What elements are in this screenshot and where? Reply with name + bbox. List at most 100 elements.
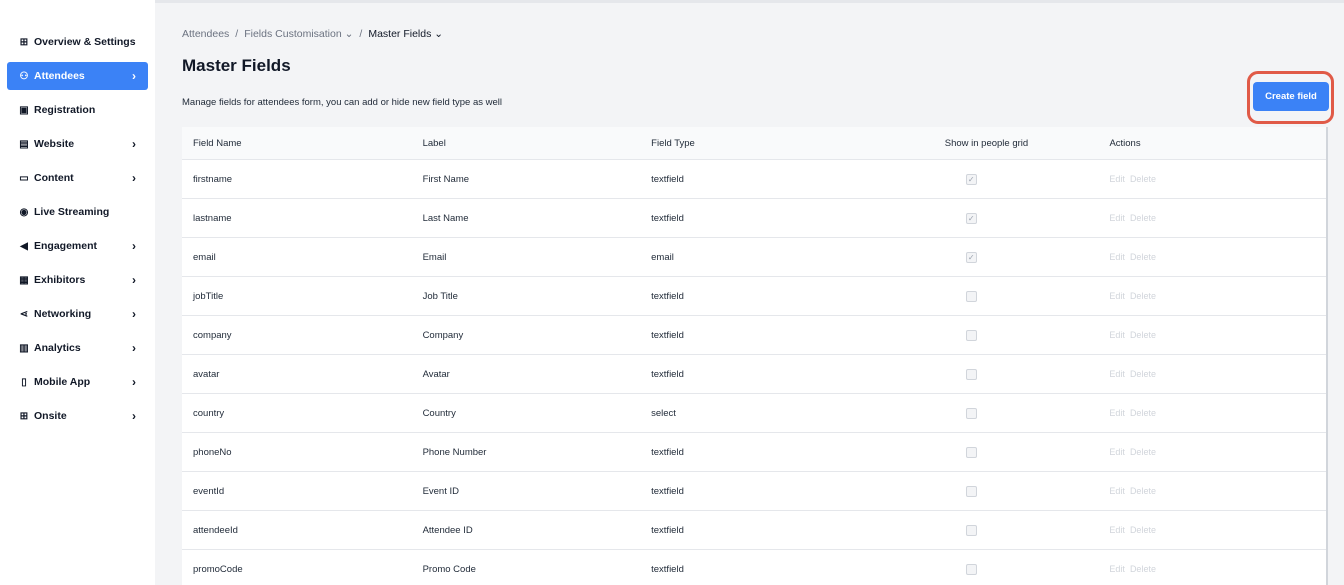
cell-field-type: textfield: [651, 290, 684, 302]
delete-link[interactable]: Delete: [1130, 408, 1156, 418]
show-in-grid-checkbox[interactable]: [965, 563, 977, 575]
cell-actions: Edit Delete: [1100, 291, 1326, 301]
show-in-grid-checkbox[interactable]: ✓: [965, 212, 977, 224]
cell-show-in-grid: ✓: [868, 212, 1101, 224]
edit-link[interactable]: Edit: [1109, 486, 1125, 496]
cell-actions: Edit Delete: [1100, 213, 1326, 223]
delete-link[interactable]: Delete: [1130, 447, 1156, 457]
delete-link[interactable]: Delete: [1130, 525, 1156, 535]
cell-field-name: jobTitle: [193, 290, 224, 302]
sidebar-item-website[interactable]: ▤ Website ›: [7, 130, 148, 158]
show-in-grid-checkbox[interactable]: ✓: [965, 251, 977, 263]
cell-field-name: phoneNo: [193, 446, 232, 458]
table-row: country Country select Edit Delete: [182, 394, 1326, 433]
chevron-down-icon: ⌄: [434, 28, 444, 40]
delete-link[interactable]: Delete: [1130, 174, 1156, 184]
cell-show-in-grid: ✓: [868, 251, 1101, 263]
table-row: company Company textfield Edit Delete: [182, 316, 1326, 355]
sidebar-item-mobile-app[interactable]: ▯ Mobile App ›: [7, 368, 148, 396]
breadcrumb: Attendees / Fields Customisation ⌄ / Mas…: [182, 28, 443, 40]
delete-link[interactable]: Delete: [1130, 486, 1156, 496]
delete-link[interactable]: Delete: [1130, 330, 1156, 340]
edit-link[interactable]: Edit: [1109, 369, 1125, 379]
chevron-right-icon: ›: [132, 137, 136, 151]
chevron-right-icon: ›: [132, 273, 136, 287]
sidebar-item-engagement[interactable]: ◀ Engagement ›: [7, 232, 148, 260]
breadcrumb-master-fields[interactable]: Master Fields ⌄: [368, 28, 443, 40]
table-row: firstname First Name textfield ✓ Edit Delete: [182, 160, 1326, 199]
chevron-right-icon: ›: [132, 69, 136, 83]
edit-link[interactable]: Edit: [1109, 330, 1125, 340]
delete-link[interactable]: Delete: [1130, 213, 1156, 223]
edit-link[interactable]: Edit: [1109, 564, 1125, 574]
sidebar-item-registration[interactable]: ▣ Registration: [7, 96, 148, 124]
delete-link[interactable]: Delete: [1130, 291, 1156, 301]
delete-link[interactable]: Delete: [1130, 564, 1156, 574]
top-divider: [155, 0, 1344, 3]
sidebar-item-overview-settings[interactable]: ⊞ Overview & Settings: [7, 28, 148, 56]
cell-show-in-grid: [868, 446, 1101, 458]
edit-link[interactable]: Edit: [1109, 252, 1125, 262]
show-in-grid-checkbox[interactable]: [965, 290, 977, 302]
cell-field-name: lastname: [193, 212, 232, 224]
table-header: Field Name Label Field Type Show in peop…: [182, 127, 1326, 160]
show-in-grid-checkbox[interactable]: [965, 407, 977, 419]
sidebar-item-label: Attendees: [34, 70, 85, 82]
breadcrumb-fields-customisation[interactable]: Fields Customisation ⌄: [244, 28, 353, 40]
delete-link[interactable]: Delete: [1130, 369, 1156, 379]
table-row: eventId Event ID textfield Edit Delete: [182, 472, 1326, 511]
sidebar-item-label: Content: [34, 172, 74, 184]
breadcrumb-attendees[interactable]: Attendees: [182, 28, 229, 40]
cell-show-in-grid: [868, 290, 1101, 302]
edit-link[interactable]: Edit: [1109, 408, 1125, 418]
cell-field-name: promoCode: [193, 563, 243, 575]
bar-chart-icon: ▥: [19, 342, 29, 354]
sidebar-item-attendees[interactable]: ⚇ Attendees ›: [7, 62, 148, 90]
show-in-grid-checkbox[interactable]: [965, 524, 977, 536]
edit-link[interactable]: Edit: [1109, 525, 1125, 535]
delete-link[interactable]: Delete: [1130, 252, 1156, 262]
sidebar-item-label: Onsite: [34, 410, 67, 422]
cell-field-type: select: [651, 407, 676, 419]
show-in-grid-checkbox[interactable]: ✓: [965, 173, 977, 185]
website-icon: ▤: [19, 138, 29, 150]
table-row: promoCode Promo Code textfield Edit Delete: [182, 550, 1326, 585]
cell-field-name: attendeeId: [193, 524, 238, 536]
cell-show-in-grid: [868, 407, 1101, 419]
cell-field-type: textfield: [651, 563, 684, 575]
header-actions: Actions: [1109, 137, 1141, 149]
edit-link[interactable]: Edit: [1109, 213, 1125, 223]
main-content: Attendees / Fields Customisation ⌄ / Mas…: [155, 0, 1344, 585]
sidebar-item-live-streaming[interactable]: ◉ Live Streaming: [7, 198, 148, 226]
cell-show-in-grid: ✓: [868, 173, 1101, 185]
sidebar-item-label: Exhibitors: [34, 274, 86, 286]
sidebar-item-label: Overview & Settings: [34, 36, 136, 48]
sidebar-item-label: Analytics: [34, 342, 81, 354]
cell-label: Company: [422, 329, 464, 341]
cell-label: Email: [422, 251, 447, 263]
edit-link[interactable]: Edit: [1109, 447, 1125, 457]
edit-link[interactable]: Edit: [1109, 174, 1125, 184]
store-icon: ▦: [19, 274, 29, 286]
sidebar-item-label: Engagement: [34, 240, 98, 252]
sidebar-item-onsite[interactable]: ⊞ Onsite ›: [7, 402, 148, 430]
cell-actions: Edit Delete: [1100, 525, 1326, 535]
show-in-grid-checkbox[interactable]: [965, 446, 977, 458]
cell-label: Job Title: [422, 290, 458, 302]
sidebar-item-exhibitors[interactable]: ▦ Exhibitors ›: [7, 266, 148, 294]
show-in-grid-checkbox[interactable]: [965, 368, 977, 380]
edit-link[interactable]: Edit: [1109, 291, 1125, 301]
cell-field-name: firstname: [193, 173, 233, 185]
cell-field-name: avatar: [193, 368, 220, 380]
sidebar-item-content[interactable]: ▭ Content ›: [7, 164, 148, 192]
sidebar-item-networking[interactable]: ⋖ Networking ›: [7, 300, 148, 328]
show-in-grid-checkbox[interactable]: [965, 485, 977, 497]
cell-field-name: email: [193, 251, 216, 263]
table-row: attendeeId Attendee ID textfield Edit Delete: [182, 511, 1326, 550]
create-field-button[interactable]: Create field: [1253, 82, 1329, 111]
sidebar-item-label: Live Streaming: [34, 206, 110, 218]
breadcrumb-separator: /: [235, 28, 239, 40]
table-row: jobTitle Job Title textfield Edit Delete: [182, 277, 1326, 316]
sidebar-item-analytics[interactable]: ▥ Analytics ›: [7, 334, 148, 362]
show-in-grid-checkbox[interactable]: [965, 329, 977, 341]
